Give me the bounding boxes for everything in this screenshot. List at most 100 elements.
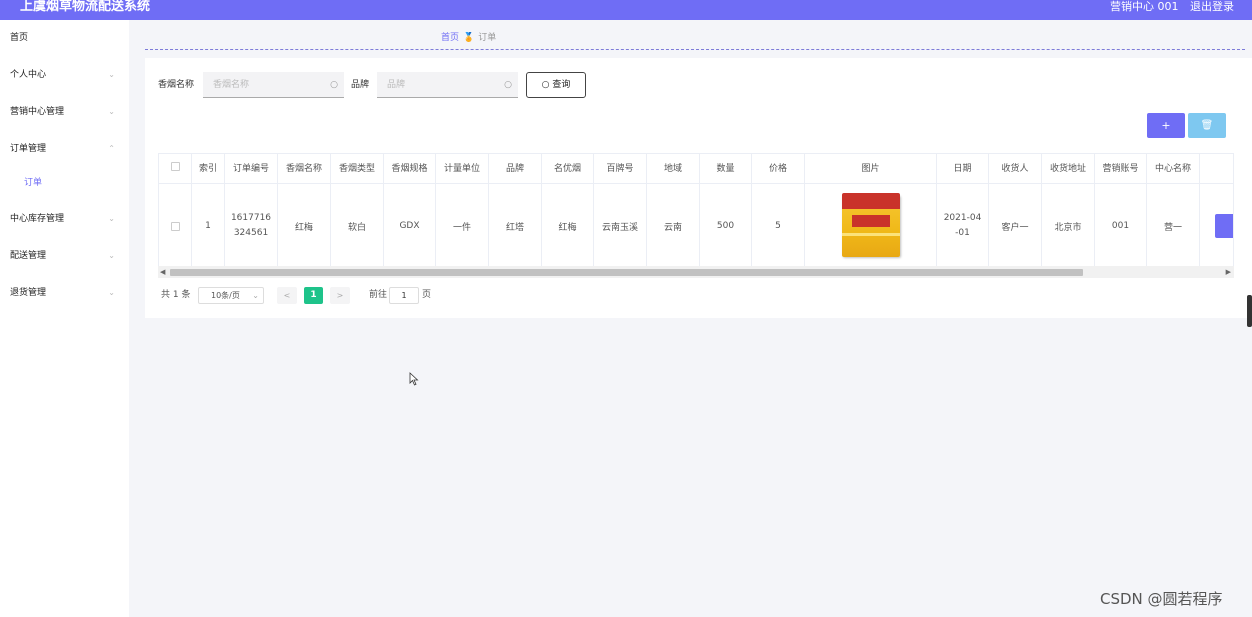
breadcrumb-home[interactable]: 首页 (441, 33, 459, 43)
cell-code: 云南玉溪 (601, 222, 638, 233)
pagination-total: 共 1 条 (161, 290, 191, 300)
cell-address: 北京市 (1054, 222, 1082, 233)
header-code: 百牌号 (594, 154, 646, 184)
chevron-up-icon: ⌃ (108, 144, 115, 153)
cell-brand: 红塔 (505, 222, 524, 233)
col-order-no: 订单编号 1617716 324561 (225, 154, 278, 266)
search-name-placeholder: 香烟名称 (213, 80, 250, 90)
add-button[interactable]: + (1147, 113, 1185, 138)
chevron-down-icon: ⌄ (108, 214, 115, 223)
sidebar-item-personal[interactable]: 个人中心 ⌄ (0, 66, 129, 84)
top-bar: 上虞烟草物流配送系统 营销中心 001 退出登录 (0, 0, 1252, 20)
goto-label: 前往 (369, 290, 388, 300)
col-unit: 计量单位 一件 (436, 154, 489, 266)
watermark: CSDN @圆若程序 (1100, 590, 1223, 608)
scroll-left-icon[interactable]: ◀ (160, 266, 165, 278)
sidebar-item-label: 中心库存管理 (10, 214, 65, 224)
col-image: 图片 (805, 154, 937, 266)
sidebar-item-home[interactable]: 首页 (0, 29, 129, 47)
col-center: 中心名称 营一 (1147, 154, 1200, 266)
cigarette-pack-image (838, 193, 904, 259)
col-type: 香烟类型 软白 (331, 154, 384, 266)
header-brand: 品牌 (489, 154, 541, 184)
col-spec: 香烟规格 GDX (384, 154, 436, 266)
sidebar-item-inventory[interactable]: 中心库存管理 ⌄ (0, 210, 129, 228)
header-address: 收货地址 (1042, 154, 1094, 184)
cell-price: 5 (775, 221, 781, 231)
sidebar-item-label: 配送管理 (10, 251, 47, 261)
logout-link[interactable]: 退出登录 (1190, 0, 1234, 13)
col-operations (1200, 154, 1233, 266)
col-receiver: 收货人 客户一 (989, 154, 1042, 266)
search-name-input[interactable]: 香烟名称 ○ (203, 72, 344, 98)
col-qty: 数量 500 (700, 154, 752, 266)
col-account: 营销账号 001 (1095, 154, 1147, 266)
next-page-button[interactable]: > (330, 287, 350, 304)
page-1-button[interactable]: 1 (304, 287, 323, 304)
breadcrumb: 首页 🏅 订单 (441, 31, 496, 45)
page-size-value: 10条/页 (211, 291, 240, 300)
cell-index: 1 (205, 221, 211, 231)
col-code: 百牌号 云南玉溪 (594, 154, 647, 266)
sidebar-item-delivery[interactable]: 配送管理 ⌄ (0, 247, 129, 265)
scroll-right-icon[interactable]: ▶ (1226, 266, 1231, 278)
prev-page-button[interactable]: < (277, 287, 297, 304)
col-address: 收货地址 北京市 (1042, 154, 1095, 266)
header-spec: 香烟规格 (384, 154, 435, 184)
cell-name: 红梅 (294, 222, 313, 233)
search-brand-label: 品牌 (351, 80, 370, 90)
query-button[interactable]: ○ 查询 (526, 72, 586, 98)
sidebar-item-orders[interactable]: 订单管理 ⌃ (0, 140, 129, 158)
current-user[interactable]: 营销中心 001 (1110, 0, 1179, 13)
col-select (159, 154, 192, 266)
col-famous: 名优烟 红梅 (542, 154, 594, 266)
col-date: 日期 2021-04 -01 (937, 154, 989, 266)
trash-icon: 🗑 (1200, 120, 1214, 131)
header-image: 图片 (805, 154, 936, 184)
header-type: 香烟类型 (331, 154, 383, 184)
cell-receiver: 客户一 (1001, 222, 1029, 233)
search-brand-input[interactable]: 品牌 ○ (377, 72, 518, 98)
scrollbar-thumb[interactable] (170, 269, 1083, 276)
sidebar-item-label: 个人中心 (10, 70, 47, 80)
sidebar-item-returns[interactable]: 退货管理 ⌄ (0, 284, 129, 302)
select-all-checkbox[interactable] (170, 162, 180, 171)
page-size-select[interactable]: 10条/页 ⌄ (198, 287, 264, 304)
header-unit: 计量单位 (436, 154, 488, 184)
page-scrollbar[interactable] (1247, 295, 1252, 327)
cell-account: 001 (1111, 221, 1130, 231)
cell-image (805, 184, 936, 266)
sidebar-item-label: 退货管理 (10, 288, 47, 298)
cell-spec: GDX (399, 221, 420, 231)
page-unit-label: 页 (422, 290, 432, 300)
sidebar-subitem-order[interactable]: 订单 (24, 174, 42, 192)
row-edit-button[interactable] (1215, 214, 1233, 238)
goto-page-input[interactable]: 1 (389, 287, 419, 304)
delete-button[interactable]: 🗑 (1188, 113, 1226, 138)
query-button-label: 查询 (552, 80, 571, 90)
sidebar-item-label: 首页 (10, 33, 29, 43)
horizontal-scrollbar[interactable]: ◀ ▶ (158, 266, 1234, 278)
col-region: 地域 云南 (647, 154, 700, 266)
breadcrumb-current: 订单 (478, 33, 497, 43)
header-qty: 数量 (700, 154, 751, 184)
col-price: 价格 5 (752, 154, 805, 266)
sidebar: 首页 个人中心 ⌄ 营销中心管理 ⌄ 订单管理 ⌃ 订单 中心库存管理 ⌄ 配送管理 ⌄ … (0, 20, 129, 617)
sidebar-item-label: 订单管理 (10, 144, 47, 154)
header-region: 地域 (647, 154, 699, 184)
sidebar-item-marketing[interactable]: 营销中心管理 ⌄ (0, 103, 129, 121)
search-icon: ○ (330, 80, 338, 90)
cell-unit: 一件 (452, 222, 471, 233)
header-price: 价格 (752, 154, 804, 184)
header-receiver: 收货人 (989, 154, 1041, 184)
orders-table: 索引 1 订单编号 1617716 324561 香烟名称 红梅 香烟类型 软白 香烟规格… (158, 153, 1234, 267)
col-name: 香烟名称 红梅 (278, 154, 331, 266)
cell-region: 云南 (663, 222, 682, 233)
header-center: 中心名称 (1147, 154, 1199, 184)
chevron-down-icon: ⌄ (252, 291, 259, 300)
medal-icon: 🏅 (463, 33, 475, 43)
app-title: 上虞烟草物流配送系统 (20, 0, 151, 14)
cell-order-no: 1617716 324561 (230, 213, 272, 238)
header-order-no: 订单编号 (225, 154, 277, 184)
row-checkbox[interactable] (170, 221, 180, 231)
